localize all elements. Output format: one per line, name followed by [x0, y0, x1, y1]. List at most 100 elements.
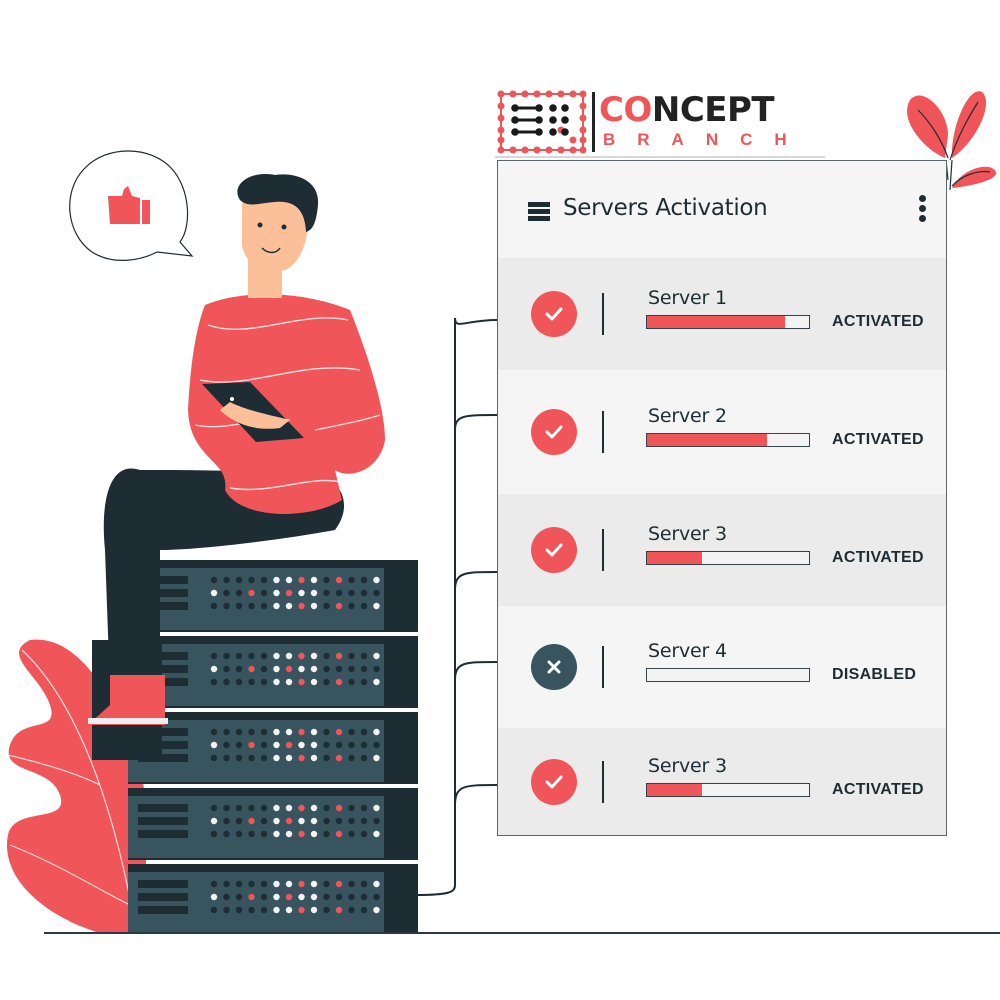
server-led	[248, 804, 255, 812]
server-led	[298, 893, 305, 901]
logo-word-highlight: CO	[599, 90, 652, 130]
server-name: Server 4	[648, 640, 727, 662]
server-led	[235, 830, 243, 838]
server-led	[235, 817, 243, 825]
server-led	[323, 893, 330, 901]
row-divider	[602, 293, 604, 335]
server-led	[298, 804, 305, 812]
row-divider	[602, 529, 604, 571]
server-led	[210, 830, 218, 838]
server-led	[248, 906, 255, 914]
server-led	[323, 906, 330, 914]
person-illustration	[88, 174, 385, 760]
vertical-dots-icon[interactable]	[916, 195, 928, 223]
server-status-circle	[531, 644, 577, 690]
logo-word-branch: BRANCH	[603, 130, 809, 149]
server-led	[298, 906, 305, 914]
server-led	[285, 880, 293, 888]
server-led	[285, 804, 293, 812]
server-led	[335, 893, 343, 901]
server-led	[373, 893, 380, 901]
server-led	[310, 817, 318, 825]
server-led	[223, 804, 230, 812]
server-row[interactable]: Server 4 DISABLED	[498, 606, 946, 728]
server-led	[348, 804, 355, 812]
server-unit	[128, 788, 418, 860]
server-led	[348, 830, 355, 838]
server-led	[273, 804, 280, 812]
server-led	[223, 817, 230, 825]
server-led	[373, 804, 380, 812]
server-led	[260, 817, 268, 825]
server-status-label: ACTIVATED	[832, 313, 924, 330]
check-icon	[545, 307, 563, 321]
panel-header: Servers Activation	[498, 161, 946, 258]
server-led	[273, 830, 280, 838]
server-led	[223, 830, 230, 838]
server-progress-bar	[646, 315, 810, 329]
logo-separator	[592, 92, 595, 152]
row-divider	[602, 411, 604, 453]
row-divider	[602, 761, 604, 803]
server-led	[335, 817, 343, 825]
server-led	[260, 906, 268, 914]
server-led	[335, 906, 343, 914]
server-led	[260, 893, 268, 901]
server-led	[310, 804, 318, 812]
server-led	[348, 880, 355, 888]
leaf	[952, 166, 997, 188]
server-row[interactable]: Server 3 ACTIVATED	[498, 494, 946, 606]
server-led	[223, 880, 230, 888]
server-status-circle	[531, 527, 577, 573]
check-icon	[545, 425, 563, 439]
server-row[interactable]: Server 3 ACTIVATED	[498, 728, 946, 835]
server-status-label: ACTIVATED	[832, 431, 924, 448]
server-progress-bar	[646, 783, 810, 797]
server-progress-bar	[646, 668, 810, 682]
server-progress-bar	[646, 551, 810, 565]
hamburger-list-icon[interactable]	[528, 202, 550, 222]
server-row[interactable]: Server 2 ACTIVATED	[498, 370, 946, 494]
server-name: Server 1	[648, 287, 727, 309]
server-connector-lines	[415, 317, 498, 896]
server-status-label: DISABLED	[832, 666, 917, 683]
server-led	[285, 893, 293, 901]
panel-title: Servers Activation	[563, 195, 768, 221]
server-led	[260, 804, 268, 812]
server-led	[285, 906, 293, 914]
logo-word-rest: NCEPT	[651, 90, 775, 130]
server-led	[285, 830, 293, 838]
server-led	[335, 830, 343, 838]
server-led	[260, 830, 268, 838]
server-status-label: ACTIVATED	[832, 781, 924, 798]
logo-underline	[495, 156, 825, 158]
server-led	[335, 880, 343, 888]
server-progress-fill	[647, 552, 703, 564]
server-led	[223, 906, 230, 914]
server-led	[235, 893, 243, 901]
server-led	[323, 880, 330, 888]
check-icon	[545, 543, 563, 557]
logo-circuit-icon	[497, 90, 587, 154]
server-led	[235, 880, 243, 888]
server-progress-bar	[646, 433, 810, 447]
server-led	[360, 817, 368, 825]
server-progress-fill	[647, 434, 767, 446]
server-led	[310, 880, 318, 888]
server-led	[273, 893, 280, 901]
server-led	[360, 804, 368, 812]
server-progress-fill	[647, 316, 785, 328]
server-led	[323, 830, 330, 838]
server-led	[210, 817, 218, 825]
server-progress-fill	[647, 784, 703, 796]
server-status-circle	[531, 759, 577, 805]
server-unit	[128, 864, 418, 936]
server-led	[273, 817, 280, 825]
x-icon	[547, 660, 561, 674]
row-divider	[602, 646, 604, 688]
concept-branch-logo: CONCEPT BRANCH	[495, 88, 825, 158]
server-led	[335, 804, 343, 812]
server-led	[248, 817, 255, 825]
server-led	[298, 830, 305, 838]
server-row[interactable]: Server 1 ACTIVATED	[498, 258, 946, 370]
